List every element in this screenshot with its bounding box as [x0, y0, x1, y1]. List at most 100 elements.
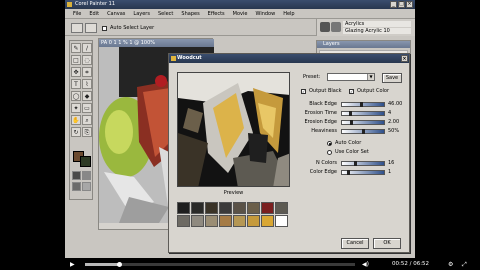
dialog-close-button[interactable]: ×	[401, 55, 408, 62]
shape-tool-icon[interactable]: ◯	[71, 91, 81, 101]
rect-select-icon[interactable]: □	[71, 55, 81, 65]
cloner-icon[interactable]: ⎘	[82, 127, 92, 137]
heaviness-label: Heaviness	[311, 128, 337, 134]
preset-dropdown[interactable]: ▼	[327, 73, 375, 81]
maximize-button[interactable]: □	[398, 1, 405, 8]
fullscreen-icon[interactable]: ⤢	[462, 261, 467, 268]
palette-swatch[interactable]	[275, 215, 288, 227]
slider-thumb[interactable]	[347, 170, 350, 175]
save-preset-button[interactable]: Save	[382, 73, 402, 83]
use-color-set-radio[interactable]	[327, 150, 332, 155]
dropper-tool-icon[interactable]: ∕	[82, 43, 92, 53]
menu-window[interactable]: Window	[251, 9, 279, 18]
palette-swatch[interactable]	[219, 215, 232, 227]
color-edge-slider[interactable]	[341, 170, 385, 175]
erosion-time-slider[interactable]	[341, 111, 385, 116]
palette-swatch[interactable]	[177, 202, 190, 214]
brush-category-icon[interactable]	[320, 22, 330, 32]
app-title: Corel Painter 11	[75, 1, 116, 7]
palette-swatch[interactable]	[247, 215, 260, 227]
black-edge-slider[interactable]	[341, 102, 385, 107]
erosion-edge-label: Erosion Edge	[304, 119, 337, 125]
brush-selector[interactable]: Acrylics Glazing Acrylic 10	[316, 19, 415, 36]
rotate-page-icon[interactable]: ↻	[71, 127, 81, 137]
palette-swatch[interactable]	[177, 215, 190, 227]
slider-thumb[interactable]	[350, 120, 353, 125]
brush-tool-icon[interactable]: ✎	[71, 43, 81, 53]
magic-wand-icon[interactable]: ✦	[71, 103, 81, 113]
auto-select-label: Auto Select Layer	[110, 25, 155, 31]
brush-category-label[interactable]: Acrylics	[343, 21, 411, 27]
menu-edit[interactable]: Edit	[85, 9, 103, 18]
heaviness-slider[interactable]	[341, 129, 385, 134]
dialog-logo-icon	[171, 56, 176, 61]
cancel-button[interactable]: Cancel	[341, 238, 369, 249]
palette-swatch[interactable]	[205, 215, 218, 227]
pen-tool-icon[interactable]: ⌇	[82, 79, 92, 89]
layer-adjuster-icon[interactable]	[71, 23, 83, 33]
palette-swatch[interactable]	[191, 202, 204, 214]
volume-icon[interactable]: ◀)	[362, 261, 369, 268]
palette-swatch[interactable]	[205, 202, 218, 214]
woodcut-preview[interactable]	[177, 72, 290, 187]
nozzle-selector-icon[interactable]	[82, 182, 91, 191]
additional-color-swatch[interactable]	[80, 156, 91, 167]
play-icon[interactable]: ▶	[70, 261, 75, 268]
preview-label: Preview	[223, 190, 244, 196]
hand-tool-icon[interactable]: ✋	[71, 115, 81, 125]
zoom-tool-icon[interactable]: ⌕	[82, 115, 92, 125]
slider-thumb[interactable]	[354, 161, 357, 166]
crop-icon[interactable]: ⌗	[82, 67, 92, 77]
eraser-icon[interactable]: ▭	[82, 103, 92, 113]
video-frame: Corel Painter 11 _ □ × File Edit Canvas …	[0, 0, 480, 270]
settings-icon[interactable]: ⚙	[448, 261, 453, 268]
paper-selector-icon[interactable]	[72, 171, 81, 180]
auto-color-radio[interactable]	[327, 141, 332, 146]
transform-icon[interactable]: ✥	[71, 67, 81, 77]
palette-swatch[interactable]	[219, 202, 232, 214]
menu-file[interactable]: File	[69, 9, 85, 18]
output-color-checkbox[interactable]: ✓	[349, 89, 354, 94]
menu-shapes[interactable]: Shapes	[177, 9, 203, 18]
gradient-selector-icon[interactable]	[82, 171, 91, 180]
output-black-checkbox[interactable]: ✓	[301, 89, 306, 94]
palette-swatch[interactable]	[233, 202, 246, 214]
menu-effects[interactable]: Effects	[204, 9, 229, 18]
erosion-edge-slider[interactable]	[341, 120, 385, 125]
paint-bucket-icon[interactable]: ◆	[82, 91, 92, 101]
document-title: PA 0 1 1 % 1 @ 100%	[99, 39, 214, 47]
chevron-down-icon[interactable]: ▼	[367, 74, 374, 80]
menu-canvas[interactable]: Canvas	[103, 9, 129, 18]
menu-layers[interactable]: Layers	[129, 9, 154, 18]
close-button[interactable]: ×	[406, 1, 413, 8]
lasso-icon[interactable]: ◌	[82, 55, 92, 65]
reset-tool-icon[interactable]	[85, 23, 97, 33]
menu-help[interactable]: Help	[279, 9, 298, 18]
seek-progress	[85, 263, 120, 266]
menu-movie[interactable]: Movie	[229, 9, 252, 18]
palette-swatch[interactable]	[247, 202, 260, 214]
output-color-label: Output Color	[357, 88, 390, 94]
palette-swatch[interactable]	[261, 215, 274, 227]
text-tool-icon[interactable]: T	[71, 79, 81, 89]
brush-variant-label[interactable]: Glazing Acrylic 10	[343, 28, 411, 34]
palette-swatch[interactable]	[275, 202, 288, 214]
window-controls: _ □ ×	[390, 1, 413, 8]
minimize-button[interactable]: _	[390, 1, 397, 8]
n-colors-slider[interactable]	[341, 161, 385, 166]
palette-swatch[interactable]	[191, 215, 204, 227]
seek-bar[interactable]	[85, 262, 355, 267]
palette-swatch[interactable]	[233, 215, 246, 227]
output-black-label: Output Black	[309, 88, 342, 94]
auto-select-checkbox[interactable]	[102, 26, 107, 31]
erosion-time-value: 4	[388, 110, 392, 116]
ok-button[interactable]: OK	[373, 238, 401, 249]
slider-thumb[interactable]	[360, 102, 363, 107]
seek-handle[interactable]	[117, 262, 123, 267]
menu-select[interactable]: Select	[154, 9, 177, 18]
palette-swatch[interactable]	[261, 202, 274, 214]
brush-variant-icon[interactable]	[331, 22, 341, 32]
slider-thumb[interactable]	[349, 111, 352, 116]
pattern-selector-icon[interactable]	[72, 182, 81, 191]
slider-thumb[interactable]	[362, 129, 365, 134]
